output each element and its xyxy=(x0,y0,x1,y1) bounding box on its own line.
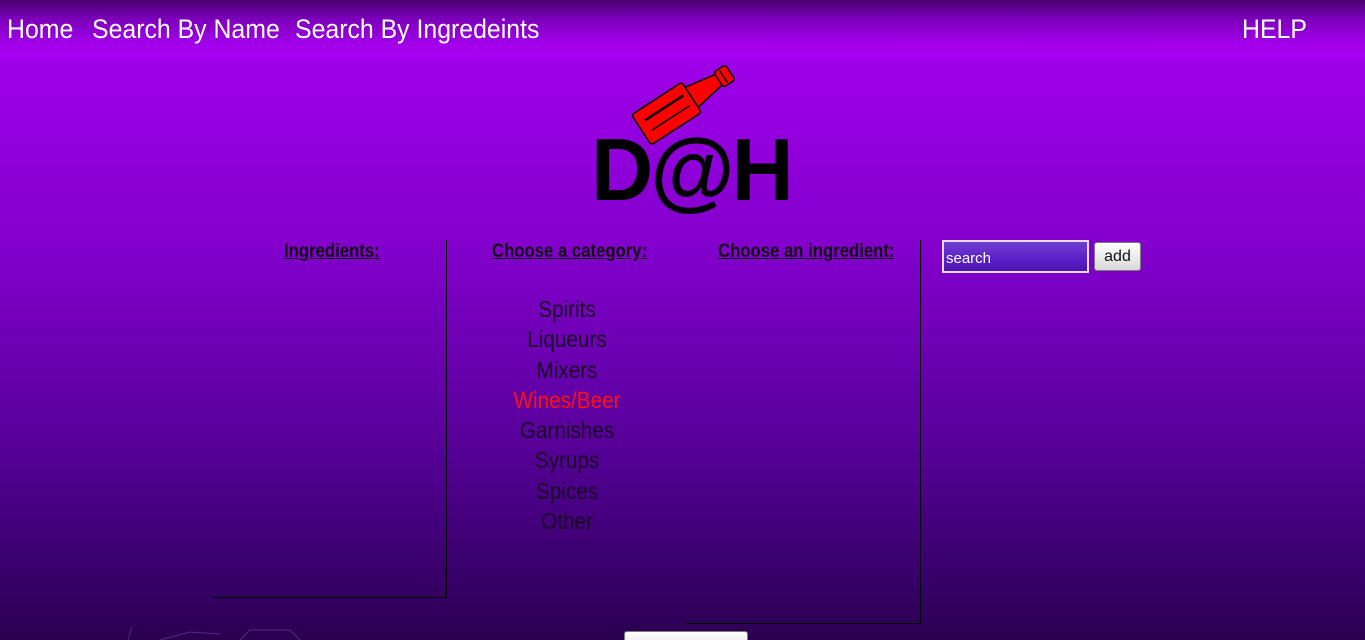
nav-search-by-ingredients-link[interactable]: Search By Ingredeints xyxy=(295,13,539,45)
choose-ingredient-heading: Choose an ingredient: xyxy=(718,241,895,262)
nav-help-link[interactable]: HELP xyxy=(1242,13,1307,45)
choose-category-heading: Choose a category: xyxy=(492,241,648,262)
site-logo[interactable]: D@H xyxy=(585,60,794,225)
ingredients-bottom-border xyxy=(212,597,447,598)
category-item-mixers[interactable]: Mixers xyxy=(477,355,657,385)
ingredient-list-divider xyxy=(920,240,921,624)
background-watermark xyxy=(127,625,301,640)
category-item-wines-beer[interactable]: Wines/Beer xyxy=(477,385,657,415)
category-item-syrups[interactable]: Syrups xyxy=(477,445,657,475)
category-item-liqueurs[interactable]: Liqueurs xyxy=(477,324,657,354)
logo-text: D@H xyxy=(591,120,794,219)
ingredients-divider xyxy=(446,240,447,597)
ingredient-list-bottom-border xyxy=(686,623,921,624)
nav-home-link[interactable]: Home xyxy=(7,13,73,45)
ingredient-search-input[interactable] xyxy=(942,240,1089,273)
category-item-spices[interactable]: Spices xyxy=(477,476,657,506)
bottom-action-button[interactable] xyxy=(624,631,748,640)
category-item-garnishes[interactable]: Garnishes xyxy=(477,415,657,445)
nav-search-by-name-link[interactable]: Search By Name xyxy=(92,13,280,45)
add-button[interactable]: add xyxy=(1094,242,1141,271)
top-navigation-bar: Home Search By Name Search By Ingredeint… xyxy=(0,0,1365,58)
category-item-spirits[interactable]: Spirits xyxy=(477,294,657,324)
category-list: Spirits Liqueurs Mixers Wines/Beer Garni… xyxy=(467,294,667,536)
ingredients-heading: Ingredients: xyxy=(284,241,380,262)
category-item-other[interactable]: Other xyxy=(477,506,657,536)
